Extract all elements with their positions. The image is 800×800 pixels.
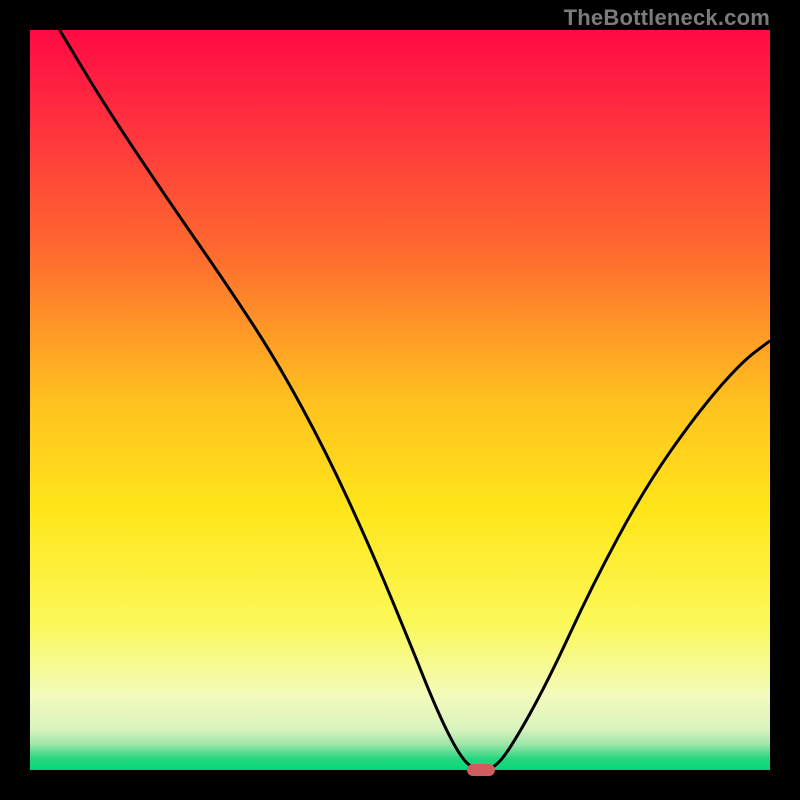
- watermark-text: TheBottleneck.com: [564, 5, 770, 31]
- chart-frame: TheBottleneck.com: [0, 0, 800, 800]
- plot-gradient-background: [30, 30, 770, 770]
- optimal-marker: [467, 764, 495, 776]
- gradient-svg: [30, 30, 770, 770]
